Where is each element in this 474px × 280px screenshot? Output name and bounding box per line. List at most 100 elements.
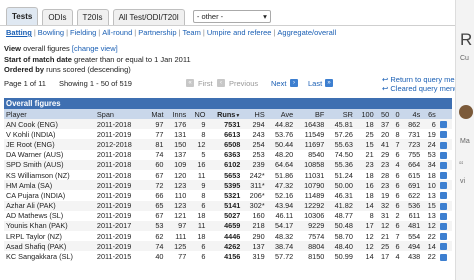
nav-batting[interactable]: Batting [6,28,32,37]
cell-player[interactable]: KS Williamson (NZ) [4,170,95,180]
row-go-icon[interactable] [439,253,447,261]
column-header-mat[interactable]: Mat [144,109,166,119]
nav-aggregate-overall[interactable]: Aggregate/overall [277,28,336,37]
cell-mat: 74 [155,150,164,160]
row-go-icon[interactable] [439,121,447,129]
cell-sr: 57.26 [334,129,353,139]
cell-0: 4 [391,159,402,170]
column-header-runs[interactable]: Runs▼ [207,109,243,119]
cell-player[interactable]: Asad Shafiq (PAK) [4,241,95,252]
previous-page-link: Previous [229,79,259,88]
cell-span: 2011-2019 [94,200,145,211]
column-header-sr[interactable]: SR [326,109,355,119]
cell-4s: 438 [408,252,421,262]
return-query-link[interactable]: Return to query menu [390,75,463,84]
cell-6s: 13 [427,190,436,200]
cleared-query-link[interactable]: Cleared query menu [390,84,458,93]
cell-player[interactable]: HM Amla (SA) [4,180,95,191]
nav-umpire-referee[interactable]: Umpire and referee [207,28,272,37]
column-header-50[interactable]: 50 [375,109,392,119]
cell-bf: 8150 [308,252,325,262]
column-header-hs[interactable]: HS [242,109,267,119]
nav-separator: | [134,28,137,37]
cell-no: 9 [188,180,208,191]
row-go-icon[interactable] [439,131,447,139]
cell-player[interactable]: JE Root (ENG) [4,139,95,150]
nav-all-round[interactable]: All-round [102,28,132,37]
cell-0: 6 [391,180,402,191]
tab-odis[interactable]: ODIs [42,9,73,25]
ordered-label: Ordered by [4,65,45,74]
cell-player[interactable]: KC Sangakkara (SL) [4,251,95,261]
cell-100: 17 [354,220,376,232]
column-header-ave[interactable]: Ave [266,109,296,119]
side-text-2: Ma [460,138,470,145]
change-view-link[interactable]: [change view] [72,44,118,53]
nav-team[interactable]: Team [183,28,201,37]
other-select[interactable]: - other - ▾ [192,10,271,23]
column-header-player[interactable]: Player [4,109,95,119]
cell-player[interactable]: CA Pujara (INDIA) [4,190,95,200]
last-page-icon[interactable]: » [325,79,333,87]
row-go-icon[interactable] [439,243,447,251]
row-go-icon[interactable] [439,192,447,200]
cell-100: 23 [354,159,376,170]
cell-sr: 50.00 [326,180,355,191]
cell-player[interactable]: DA Warner (AUS) [4,150,95,160]
column-header-no[interactable]: NO [188,109,208,119]
next-page-link[interactable]: Next [271,79,286,88]
column-header-0[interactable]: 0 [391,109,402,119]
tab-t20is[interactable]: T20Is [76,9,109,25]
tab-all-formats[interactable]: All Test/ODI/T20I [112,9,185,25]
column-header-4s[interactable]: 4s [401,109,423,119]
cell-bf: 8804 [295,241,327,252]
row-go-icon[interactable] [439,172,447,180]
column-header-span[interactable]: Span [94,109,145,119]
next-page-icon[interactable]: › [290,79,298,87]
row-go-icon[interactable] [439,151,447,159]
cell-player[interactable]: Azhar Ali (PAK) [4,200,95,211]
table-row: Younis Khan (PAK) 2011-2017 53 97 11 4659 218 5… [4,220,452,232]
cell-bf: 10858 [295,159,327,170]
cell-0: 7 [391,139,402,150]
row-go-icon[interactable] [439,161,447,169]
cell-player[interactable]: LRPL Taylor (NZ) [4,231,95,241]
cell-50: 12 [375,220,392,232]
cell-no: 9 [188,119,208,130]
column-header-bf[interactable]: BF [295,109,327,119]
tab-tests[interactable]: Tests [6,7,39,25]
last-page-link[interactable]: Last [308,79,322,88]
cell-0: 8 [395,129,400,139]
table-row: JE Root (ENG) 2012-2018 81 150 12 6508 254 50.4… [4,139,452,150]
cell-sr: 46.31 [334,190,353,200]
cell-4s: 554 [408,231,421,241]
nav-bowling[interactable]: Bowling [38,28,64,37]
cell-mat: 97 [144,119,166,130]
cell-go [438,170,452,180]
nav-fielding[interactable]: Fielding [70,28,96,37]
column-header-6s[interactable]: 6s [422,109,438,119]
cell-player[interactable]: AN Cook (ENG) [4,119,95,130]
table-row: V Kohli (INDIA) 2011-2019 77 131 8 6613 243 53.… [4,129,452,139]
cell-hs: 218 [242,220,267,232]
row-go-icon[interactable] [439,141,447,149]
cell-span: 2011-2017 [94,220,145,232]
cell-6s: 13 [427,211,436,221]
row-go-icon[interactable] [439,212,447,220]
cell-player[interactable]: Younis Khan (PAK) [4,220,95,232]
cell-bf: 9229 [295,220,327,232]
query-start-line: Start of match date greater than or equa… [4,55,191,64]
row-go-icon[interactable] [439,233,447,241]
cell-50: 20 [381,129,390,139]
row-go-icon[interactable] [439,223,447,231]
row-go-icon[interactable] [439,202,447,210]
column-header-100[interactable]: 100 [354,109,376,119]
cell-player[interactable]: AD Mathews (SL) [4,211,95,221]
cell-mat: 40 [155,252,164,262]
column-header-inns[interactable]: Inns [165,109,189,119]
cell-player[interactable]: V Kohli (INDIA) [4,129,95,139]
nav-partnership[interactable]: Partnership [138,28,176,37]
cell-player[interactable]: SPD Smith (AUS) [4,159,95,170]
cell-0: 7 [395,231,400,241]
row-go-icon[interactable] [439,182,447,190]
